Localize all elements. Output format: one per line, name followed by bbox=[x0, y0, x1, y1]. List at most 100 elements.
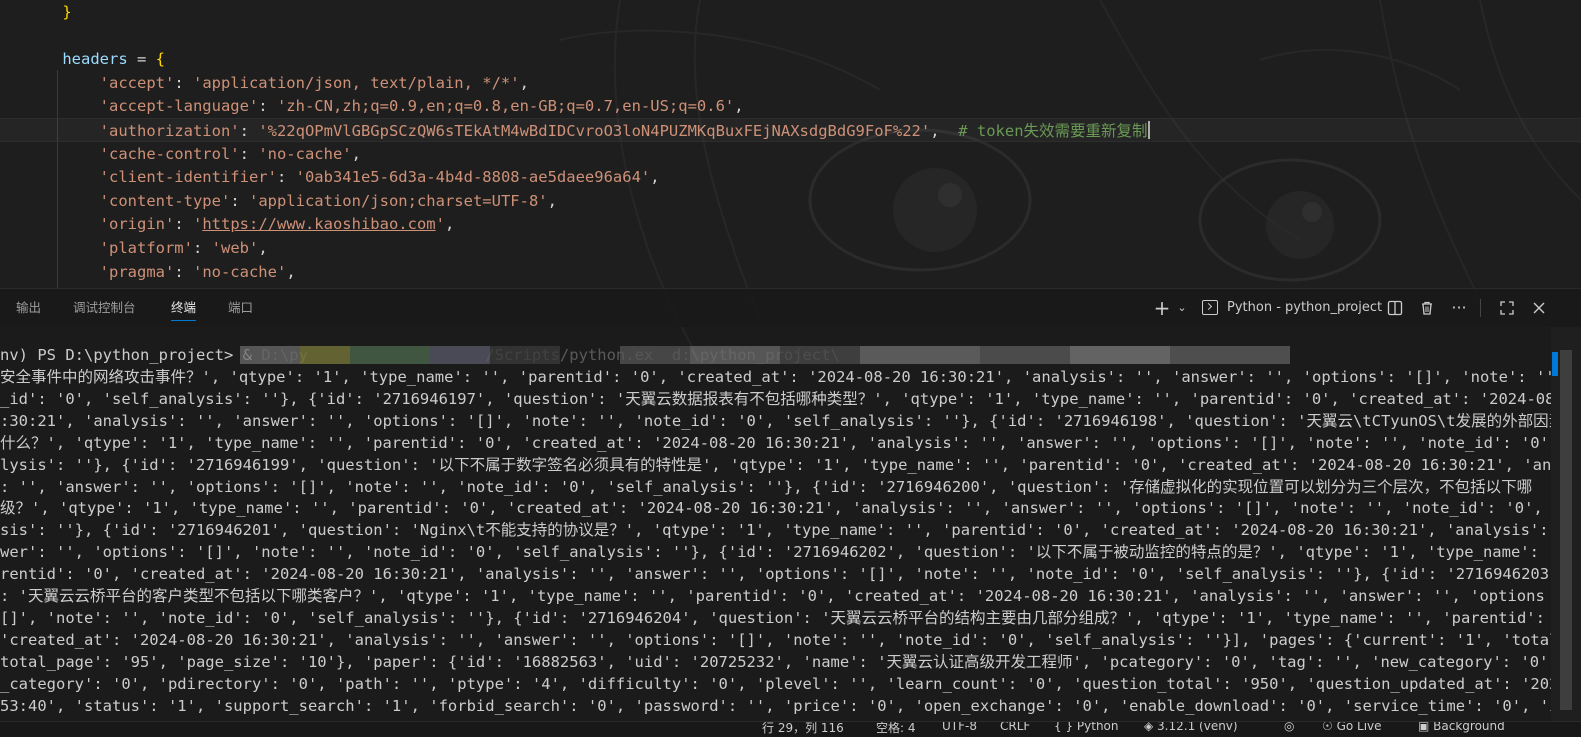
code-line: 'client-identifier': '0ab341e5-6d3a-4b4d… bbox=[0, 165, 660, 189]
code-token: 'no-cache' bbox=[192, 262, 287, 281]
code-token: 'web' bbox=[211, 239, 259, 257]
prompt-text: nv) PS D:\python_project> & bbox=[0, 346, 262, 364]
copilot-status[interactable]: ◎ bbox=[1284, 721, 1295, 733]
terminal-line: _category': '0', 'pdirectory': '0', 'pat… bbox=[0, 674, 1551, 693]
code-token: 'origin' bbox=[99, 215, 175, 234]
code-token: , bbox=[650, 168, 660, 187]
indentation[interactable]: 空格: 4 bbox=[876, 722, 916, 736]
terminal-line: sis': ''}, {'id': '2716946201', 'questio… bbox=[0, 521, 1551, 540]
divider bbox=[1480, 299, 1481, 317]
new-terminal-button[interactable]: + bbox=[1151, 295, 1173, 321]
encoding[interactable]: UTF-8 bbox=[942, 722, 977, 733]
terminal-line: : '天翼云云桥平台的客户类型不包括以下哪类客户？', 'qtype': '1'… bbox=[0, 587, 1545, 605]
kill-terminal-button[interactable] bbox=[1416, 295, 1438, 321]
code-token: 'cache-control' bbox=[99, 144, 240, 163]
code-token: : bbox=[258, 97, 277, 116]
code-line: 'origin': 'https://www.kaoshibao.com', bbox=[0, 212, 455, 236]
code-token: { bbox=[155, 50, 165, 69]
prompt-command: D:\py /Scripts/python.ex d:\python_proje… bbox=[261, 346, 980, 364]
code-token: # token失效需要重新复制 bbox=[958, 122, 1148, 140]
split-terminal-button[interactable] bbox=[1384, 295, 1406, 321]
code-token: : bbox=[239, 144, 259, 163]
split-editor-icon bbox=[1387, 300, 1403, 316]
panel-header: 输出 调试控制台 终端 端口 + ⌄ Python - python_proje… bbox=[0, 288, 1581, 327]
terminal-dropdown-button[interactable]: ⌄ bbox=[1174, 295, 1190, 321]
braces-icon: { } bbox=[1054, 721, 1077, 733]
cursor-position[interactable]: 行 29，列 116 bbox=[762, 722, 844, 736]
code-line: 'authorization': '%22qOPmVlGBGpSCzQW6sTE… bbox=[0, 118, 1581, 142]
code-token: 'application/json, text/plain, */*' bbox=[192, 73, 520, 92]
code-line: 'cache-control': 'no-cache', bbox=[0, 142, 361, 166]
close-icon bbox=[1533, 302, 1545, 314]
terminal-line: 什么？', 'qtype': '1', 'type_name': '', 'pa… bbox=[0, 433, 1551, 452]
maximize-panel-button[interactable] bbox=[1496, 295, 1518, 321]
code-token: 'platform' bbox=[99, 239, 193, 257]
language-label: Python bbox=[1076, 721, 1119, 733]
code-token: , bbox=[519, 73, 529, 92]
more-actions-button[interactable]: ··· bbox=[1448, 295, 1470, 321]
terminal-scroll-marker bbox=[1552, 352, 1558, 376]
trash-icon bbox=[1422, 301, 1432, 315]
ellipsis-icon: ··· bbox=[1451, 298, 1467, 317]
go-live-button[interactable]: ☉ Go Live bbox=[1322, 721, 1382, 733]
copilot-icon: ◎ bbox=[1284, 721, 1295, 733]
code-line: 'pragma': 'no-cache', bbox=[0, 260, 296, 284]
code-token: } bbox=[62, 3, 72, 21]
tab-ports[interactable]: 端口 bbox=[228, 289, 253, 327]
tab-output[interactable]: 输出 bbox=[16, 289, 41, 327]
terminal-scrollbar[interactable] bbox=[1560, 350, 1572, 710]
image-icon: ▣ bbox=[1418, 721, 1434, 733]
terminal-line: 级？', 'qtype': '1', 'type_name': '', 'par… bbox=[0, 499, 1551, 518]
code-token: 'authorization' bbox=[99, 122, 240, 140]
code-token: https://www.kaoshibao.com bbox=[202, 215, 436, 234]
code-token: ' bbox=[192, 215, 203, 234]
code-token: : bbox=[192, 239, 212, 257]
code-token: , bbox=[286, 262, 296, 281]
terminal-icon bbox=[1202, 300, 1218, 315]
language-mode[interactable]: { } Python bbox=[1054, 721, 1119, 733]
code-token: 'accept-language' bbox=[99, 97, 259, 116]
tab-debug-console[interactable]: 调试控制台 bbox=[73, 289, 136, 327]
broadcast-icon: ☉ bbox=[1322, 721, 1337, 733]
plus-icon: + bbox=[1153, 296, 1171, 320]
code-token: 'content-type' bbox=[99, 191, 231, 210]
line-ending[interactable]: CRLF bbox=[1000, 722, 1030, 733]
terminal-line: :30:21', 'analysis': '', 'answer': '', '… bbox=[0, 411, 1551, 430]
terminal-line: total_page': '95', 'page_size': '10'}, '… bbox=[0, 652, 1551, 671]
terminal-line: []', 'note': '', 'note_id': '0', 'self_a… bbox=[0, 608, 1551, 627]
code-token: 'accept' bbox=[99, 73, 175, 92]
code-token: : bbox=[276, 168, 296, 187]
code-token: 'no-cache' bbox=[258, 144, 352, 163]
code-token: : bbox=[230, 191, 249, 210]
code-token: : bbox=[174, 215, 193, 234]
code-token: = bbox=[127, 50, 156, 69]
terminal-name[interactable]: Python - python_project bbox=[1227, 289, 1382, 327]
code-line: 'accept': 'application/json, text/plain,… bbox=[0, 71, 529, 95]
code-token: , bbox=[258, 239, 268, 257]
code-token: : bbox=[239, 122, 259, 140]
terminal-line: : '', 'answer': '', 'options': '[]', 'no… bbox=[0, 477, 1533, 496]
terminal-line: rentid': '0', 'created_at': '2024-08-20 … bbox=[0, 565, 1551, 584]
background-button[interactable]: ▣ Background bbox=[1418, 721, 1505, 733]
go-live-label: Go Live bbox=[1336, 721, 1382, 733]
background-label: Background bbox=[1433, 721, 1505, 733]
close-panel-button[interactable] bbox=[1528, 295, 1550, 321]
python-interpreter[interactable]: ◈ 3.12.1 (venv) bbox=[1144, 721, 1238, 733]
terminal-output[interactable]: nv) PS D:\python_project> & D:\py /Scrip… bbox=[0, 327, 1551, 721]
code-editor[interactable]: } headers = { 'accept': 'application/jso… bbox=[0, 0, 1581, 288]
code-line: 'platform': 'web', bbox=[0, 236, 268, 260]
code-token: 'zh-CN,zh;q=0.9,en;q=0.8,en-GB;q=0.7,en-… bbox=[276, 97, 735, 116]
code-token: ' bbox=[435, 215, 445, 234]
python-icon: ◈ bbox=[1144, 721, 1158, 733]
maximize-icon bbox=[1500, 301, 1514, 315]
tab-terminal[interactable]: 终端 bbox=[171, 289, 197, 327]
